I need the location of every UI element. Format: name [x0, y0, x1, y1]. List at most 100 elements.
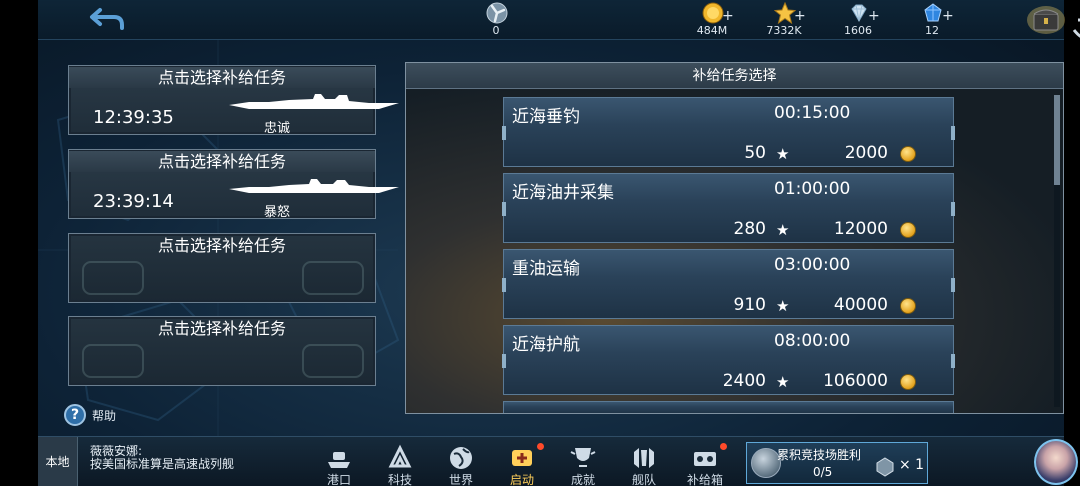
mission-name: 近海护航: [512, 335, 580, 355]
star-icon: ★: [776, 145, 790, 163]
gold-coin-icon: [900, 374, 916, 390]
bottom-bar: 本地 薇薇安娜: 按美国标准算是高速战列舰 港口 科技 世界 启动 成就 舰队 …: [38, 436, 1078, 486]
frame-notch: [502, 202, 506, 216]
resource-fuel[interactable]: 0: [466, 2, 526, 38]
supply-slot-3[interactable]: 点击选择补给任务: [68, 233, 376, 303]
slot-frame-decoration: [82, 261, 364, 295]
resource-value: 7332K: [766, 24, 802, 37]
arena-quest-title: 累积竞技场胜利: [777, 448, 862, 462]
resource-value: 0: [492, 24, 500, 37]
slot-timer: 23:39:14: [93, 191, 174, 212]
arena-quest-progress: 0/5: [813, 465, 833, 479]
nav-label: 启动: [509, 473, 534, 486]
frame-notch: [951, 202, 955, 216]
mission-name: 近海油井采集: [512, 183, 614, 203]
tech-icon: [388, 444, 412, 468]
nav-tech[interactable]: 科技: [375, 441, 425, 486]
slot-title: 点击选择补给任务: [69, 67, 375, 88]
slot-title: 点击选择补给任务: [69, 151, 375, 172]
medal-icon: [876, 457, 894, 477]
nav-supply-box[interactable]: 补给箱: [680, 441, 730, 486]
resource-diamond[interactable]: + 1606: [828, 2, 888, 38]
treasure-chest-icon[interactable]: [1026, 2, 1066, 36]
star-icon: ★: [776, 221, 790, 239]
add-icon[interactable]: +: [868, 8, 880, 24]
battleship-silhouette-icon: [229, 94, 399, 109]
nav-fleet[interactable]: 舰队: [619, 441, 669, 486]
nav-launch[interactable]: 启动: [497, 441, 547, 486]
mission-item-partial[interactable]: [503, 401, 954, 413]
nav-achievement[interactable]: 成就: [558, 441, 608, 486]
launch-icon: [512, 450, 532, 466]
anchor-icon[interactable]: [1068, 0, 1080, 48]
nav-world[interactable]: 世界: [436, 441, 486, 486]
help-icon: ?: [64, 404, 86, 426]
propeller-icon: [486, 2, 508, 24]
mission-item[interactable]: 重油运输 03:00:00 910 ★ 40000: [502, 249, 955, 319]
mission-gold-reward: 40000: [833, 295, 888, 315]
slot-title: 点击选择补给任务: [157, 319, 286, 338]
frame-notch: [502, 278, 506, 292]
supply-slot-4[interactable]: 点击选择补给任务: [68, 316, 376, 386]
mission-gold-reward: 12000: [833, 219, 888, 239]
harbor-icon: [328, 452, 350, 468]
supply-slot-2[interactable]: 点击选择补给任务 23:39:14 暴怒: [68, 149, 399, 220]
mission-select-panel: 补给任务选择 近海垂钓 00:15:00 50 ★ 2000 近海油井采集 01…: [405, 62, 1064, 414]
mission-exp-reward: 280: [733, 219, 766, 239]
supply-slot-1[interactable]: 点击选择补给任务 12:39:35 忠诚: [68, 65, 399, 136]
frame-notch: [951, 126, 955, 140]
frame-notch: [502, 354, 506, 368]
slot-title: 点击选择补给任务: [157, 236, 286, 255]
gold-coin-icon: [900, 222, 916, 238]
arena-reward-count: × 1: [899, 457, 925, 473]
gold-coin-icon: [702, 2, 724, 24]
chat-message[interactable]: 薇薇安娜: 按美国标准算是高速战列舰: [90, 445, 250, 485]
add-icon[interactable]: +: [722, 8, 734, 24]
resource-exp[interactable]: + 7332K: [754, 2, 814, 38]
mission-exp-reward: 50: [744, 143, 766, 163]
ship-name: 暴怒: [264, 205, 291, 220]
nav-label: 世界: [448, 473, 473, 486]
resource-gold[interactable]: + 484M: [682, 2, 742, 38]
star-icon: [774, 2, 796, 24]
nav-label: 成就: [570, 473, 595, 486]
nav-harbor[interactable]: 港口: [314, 441, 364, 486]
player-avatar[interactable]: [1034, 439, 1078, 485]
nav-label: 补给箱: [686, 473, 723, 486]
add-icon[interactable]: +: [794, 8, 806, 24]
panel-title: 补给任务选择: [406, 63, 1063, 89]
ship-name: 忠诚: [264, 121, 291, 136]
frame-notch: [502, 126, 506, 140]
right-screen-edge: [1064, 0, 1080, 486]
help-label: 帮助: [92, 409, 117, 423]
add-icon[interactable]: +: [942, 8, 954, 24]
frame-notch: [951, 278, 955, 292]
mission-duration: 03:00:00: [774, 255, 851, 275]
star-icon: ★: [776, 297, 790, 315]
back-arrow-icon[interactable]: [88, 4, 128, 32]
mission-item[interactable]: 近海油井采集 01:00:00 280 ★ 12000: [502, 173, 955, 243]
achievement-icon: [570, 448, 596, 467]
nav-label: 港口: [326, 473, 351, 486]
globe-icon: [450, 447, 472, 469]
blue-gem-icon: [924, 3, 942, 22]
mission-gold-reward: 106000: [823, 371, 888, 391]
scrollbar-thumb[interactable]: [1054, 95, 1060, 185]
mission-exp-reward: 910: [733, 295, 766, 315]
mission-name: 重油运输: [512, 259, 580, 279]
left-screen-edge: [0, 0, 38, 486]
mission-list-scrollbar[interactable]: [1054, 95, 1060, 407]
resource-value: 12: [925, 24, 939, 37]
slot-timer: 12:39:35: [93, 107, 174, 128]
mission-duration: 00:15:00: [774, 103, 851, 123]
top-bar: 0 + 484M + 7332K + 1606 + 12: [38, 0, 1080, 40]
battleship-silhouette-icon: [229, 179, 399, 193]
resource-gem[interactable]: + 12: [902, 2, 962, 38]
resource-value: 484M: [696, 24, 728, 37]
gold-coin-icon: [900, 146, 916, 162]
mission-item[interactable]: 近海护航 08:00:00 2400 ★ 106000: [502, 325, 955, 395]
arena-quest-card[interactable]: 累积竞技场胜利 0/5 × 1: [746, 442, 928, 484]
mission-item[interactable]: 近海垂钓 00:15:00 50 ★ 2000: [502, 97, 955, 167]
diamond-icon: [851, 4, 867, 22]
chat-channel-local-button[interactable]: 本地: [38, 437, 78, 486]
